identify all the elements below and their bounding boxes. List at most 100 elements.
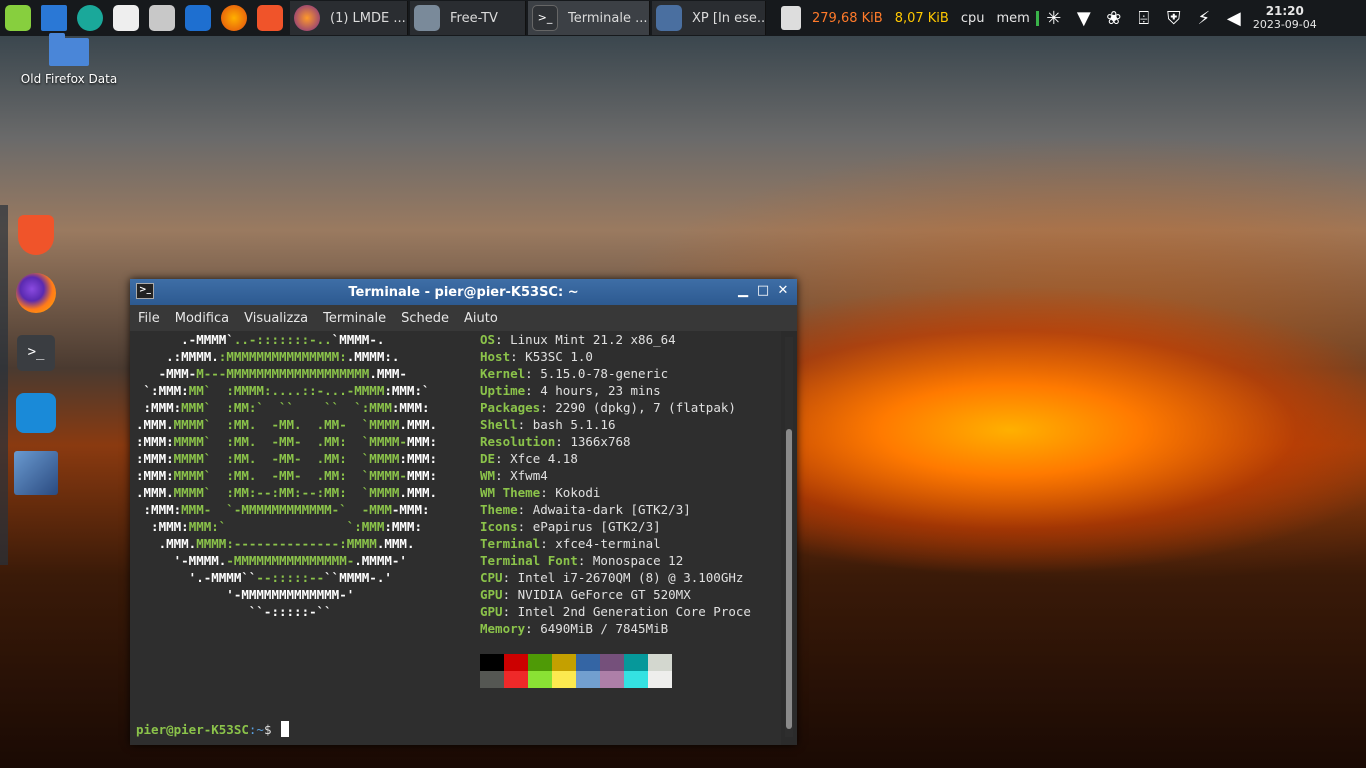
side-dock: >_ (0, 205, 70, 565)
palette-swatch (552, 654, 576, 671)
menu-file[interactable]: File (138, 311, 160, 326)
clock-date: 2023-09-04 (1252, 18, 1317, 31)
task-terminal[interactable]: >_ Terminale ... (528, 1, 650, 35)
info-row: OS: Linux Mint 21.2 x86_64 (480, 332, 676, 347)
shell-prompt[interactable]: pier@pier-K53SC:~$ (136, 721, 290, 737)
task-virtualbox-xp[interactable]: XP [In ese... (652, 1, 766, 35)
scrollbar[interactable] (785, 337, 793, 737)
sensors-plugin[interactable] (776, 1, 806, 35)
dock-media-player[interactable] (14, 391, 58, 435)
system-monitor-launcher[interactable] (181, 1, 215, 35)
brave-launcher[interactable] (253, 1, 287, 35)
task-label: Terminale ... (568, 10, 648, 26)
task-label: (1) LMDE ... (330, 10, 406, 26)
dock-virtualbox-xp[interactable] (14, 451, 58, 495)
minimize-button[interactable]: ▁ (735, 282, 751, 300)
task-label: Free-TV (450, 10, 498, 26)
firefox-icon (16, 273, 56, 313)
info-row: Resolution: 1366x768 (480, 434, 631, 449)
palette-swatch (624, 671, 648, 688)
palette-swatch (600, 671, 624, 688)
mint-logo-icon (5, 5, 31, 31)
menu-visualizza[interactable]: Visualizza (244, 311, 308, 326)
text-editor-launcher[interactable] (109, 1, 143, 35)
clipboard-icon[interactable]: ⌹ (1129, 1, 1159, 35)
brave-lion-icon (257, 5, 283, 31)
terminal-icon: >_ (17, 335, 55, 371)
show-desktop-button[interactable] (37, 1, 71, 35)
menu-schede[interactable]: Schede (401, 311, 449, 326)
info-row: DE: Xfce 4.18 (480, 451, 578, 466)
palette-swatch (576, 671, 600, 688)
mint-menu-button[interactable] (1, 1, 35, 35)
task-firefox[interactable]: (1) LMDE ... (290, 1, 408, 35)
menu-terminale[interactable]: Terminale (323, 311, 386, 326)
palette-swatch (480, 654, 504, 671)
scrollbar-thumb[interactable] (786, 429, 792, 729)
dock-terminal[interactable]: >_ (14, 331, 58, 375)
battery-charging-icon[interactable]: ⚡ (1189, 1, 1219, 35)
color-palette (480, 654, 672, 688)
virtualbox-xp-icon (656, 5, 682, 31)
text-cursor (281, 721, 290, 737)
clock-time: 21:20 (1265, 4, 1304, 18)
palette-swatch (576, 654, 600, 671)
task-free-tv[interactable]: Free-TV (410, 1, 526, 35)
info-row: Uptime: 4 hours, 23 mins (480, 383, 661, 398)
net-up-monitor: 8,07 KiB (894, 10, 949, 26)
prompt-path: :~ (248, 722, 264, 737)
info-row: WM: Xfwm4 (480, 468, 548, 483)
info-row: Kernel: 5.15.0-78-generic (480, 366, 669, 381)
system-monitor-icon (185, 5, 211, 31)
mem-monitor[interactable]: mem (990, 10, 1039, 26)
lightbulb-icon[interactable]: ❀ (1099, 1, 1129, 35)
file-manager-launcher[interactable] (145, 1, 179, 35)
firefox-launcher[interactable] (217, 1, 251, 35)
bluetooth-icon[interactable]: ✳ (1039, 1, 1069, 35)
close-button[interactable]: ✕ (775, 282, 791, 300)
brave-lion-icon (18, 215, 54, 255)
palette-swatch (552, 671, 576, 688)
screenshot-launcher[interactable] (73, 1, 107, 35)
palette-swatch (648, 654, 672, 671)
info-row: Host: K53SC 1.0 (480, 349, 593, 364)
info-row: Theme: Adwaita-dark [GTK2/3] (480, 502, 691, 517)
palette-swatch (504, 654, 528, 671)
menubar: File Modifica Visualizza Terminale Sched… (130, 305, 797, 331)
palette-swatch (600, 654, 624, 671)
info-row: Memory: 6490MiB / 7845MiB (480, 621, 669, 636)
free-tv-icon (414, 5, 440, 31)
terminal-output[interactable]: .-MMMM`..-:::::::-..`MMMM-. .:MMMM.:MMMM… (130, 331, 781, 745)
virtualbox-xp-icon (14, 451, 58, 495)
maximize-button[interactable]: □ (755, 282, 771, 300)
desktop-icon (41, 5, 67, 31)
info-row: GPU: NVIDIA GeForce GT 520MX (480, 587, 691, 602)
net-down-monitor: 279,68 KiB (812, 10, 883, 26)
top-panel: (1) LMDE ... Free-TV >_ Terminale ... XP… (0, 0, 1366, 36)
menu-modifica[interactable]: Modifica (175, 311, 229, 326)
titlebar[interactable]: >_ Terminale - pier@pier-K53SC: ~ ▁ □ ✕ (130, 279, 797, 305)
info-row: Terminal Font: Monospace 12 (480, 553, 684, 568)
shield-icon[interactable]: ⛨ (1159, 1, 1189, 35)
system-info: OS: Linux Mint 21.2 x86_64 Host: K53SC 1.… (480, 331, 751, 637)
terminal-icon: >_ (532, 5, 558, 31)
desktop-folder-old-firefox-data[interactable]: Old Firefox Data (14, 33, 124, 86)
info-row: Terminal: xfce4-terminal (480, 536, 661, 551)
firefox-icon (294, 5, 320, 31)
camera-shutter-icon (77, 5, 103, 31)
prompt-user: pier@pier-K53SC (136, 722, 249, 737)
volume-icon[interactable]: ◀ (1219, 1, 1249, 35)
palette-swatch (480, 671, 504, 688)
menu-aiuto[interactable]: Aiuto (464, 311, 498, 326)
cpu-monitor[interactable]: cpu (955, 11, 991, 26)
window-title: Terminale - pier@pier-K53SC: ~ (348, 284, 579, 300)
thermometer-icon (781, 6, 801, 30)
firefox-icon (221, 5, 247, 31)
dock-firefox[interactable] (14, 271, 58, 315)
terminal-window: >_ Terminale - pier@pier-K53SC: ~ ▁ □ ✕ … (130, 279, 797, 745)
dock-brave[interactable] (14, 213, 58, 257)
palette-swatch (528, 671, 552, 688)
clock[interactable]: 21:20 2023-09-04 (1253, 4, 1317, 32)
info-row: WM Theme: Kokodi (480, 485, 601, 500)
wifi-icon[interactable]: ▼ (1069, 1, 1099, 35)
